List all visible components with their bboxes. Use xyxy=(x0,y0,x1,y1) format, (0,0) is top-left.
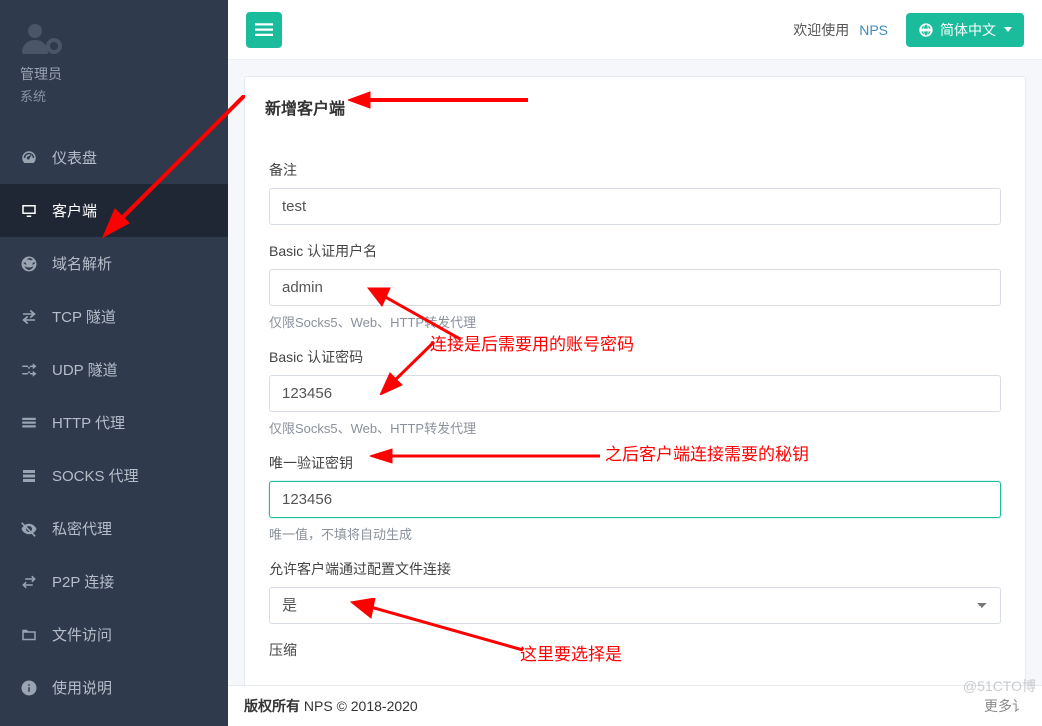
sidebar-item-label: 文件访问 xyxy=(52,624,112,645)
sidebar-item-label: 客户端 xyxy=(52,200,97,221)
welcome-text: 欢迎使用 xyxy=(793,20,849,40)
eye-off-icon xyxy=(20,520,38,538)
admin-subtitle: 系统 xyxy=(20,86,208,105)
field-remark: 备注 xyxy=(269,160,1001,225)
sidebar-item-label: HTTP 代理 xyxy=(52,412,125,433)
info-icon xyxy=(20,679,38,697)
app-link[interactable]: NPS xyxy=(859,22,888,38)
hamburger-icon xyxy=(255,23,273,37)
sidebar-item-p2p[interactable]: P2P 连接 xyxy=(0,555,228,608)
sidebar-item-label: TCP 隧道 xyxy=(52,306,116,327)
remark-input[interactable] xyxy=(269,188,1001,225)
sidebar-item-label: 私密代理 xyxy=(52,518,112,539)
sidebar-item-udp[interactable]: UDP 隧道 xyxy=(0,343,228,396)
main: 欢迎使用 NPS 简体中文 新增客户端 备注 Basic 认证用户名 仅限Soc… xyxy=(228,0,1042,726)
allow-conf-select[interactable]: 是 xyxy=(269,587,1001,624)
chevron-down-icon xyxy=(1004,27,1012,32)
basic-user-label: Basic 认证用户名 xyxy=(269,241,1001,261)
sidebar-item-secret[interactable]: 私密代理 xyxy=(0,502,228,555)
footer-left-rest: NPS © 2018-2020 xyxy=(300,698,418,714)
language-button[interactable]: 简体中文 xyxy=(906,13,1024,47)
exchange-icon xyxy=(20,308,38,326)
sidebar-item-file[interactable]: 文件访问 xyxy=(0,608,228,661)
sidebar-item-label: 域名解析 xyxy=(52,253,112,274)
sidebar-item-help[interactable]: 使用说明 xyxy=(0,661,228,714)
vkey-input[interactable] xyxy=(269,481,1001,518)
sidebar-item-http[interactable]: HTTP 代理 xyxy=(0,396,228,449)
basic-pass-help: 仅限Socks5、Web、HTTP转发代理 xyxy=(269,418,1001,437)
sidebar-item-tcp[interactable]: TCP 隧道 xyxy=(0,290,228,343)
sidebar-item-label: SOCKS 代理 xyxy=(52,465,139,486)
footer-right[interactable]: 更多讠 xyxy=(984,696,1026,716)
sidebar-item-client[interactable]: 客户端 xyxy=(0,184,228,237)
field-basic-pass: Basic 认证密码 仅限Socks5、Web、HTTP转发代理 xyxy=(269,347,1001,437)
content: 新增客户端 备注 Basic 认证用户名 仅限Socks5、Web、HTTP转发… xyxy=(228,60,1042,726)
language-label: 简体中文 xyxy=(940,20,996,40)
menu-toggle-button[interactable] xyxy=(246,12,282,48)
sidebar-item-label: UDP 隧道 xyxy=(52,359,118,380)
shuffle-icon xyxy=(20,361,38,379)
card-add-client: 新增客户端 备注 Basic 认证用户名 仅限Socks5、Web、HTTP转发… xyxy=(244,76,1026,699)
sidebar-item-dashboard[interactable]: 仪表盘 xyxy=(0,131,228,184)
compress-label: 压缩 xyxy=(269,640,1001,660)
sidebar-item-label: P2P 连接 xyxy=(52,571,114,592)
stack-icon xyxy=(20,467,38,485)
sidebar-item-label: 仪表盘 xyxy=(52,147,97,168)
globe-icon xyxy=(20,255,38,273)
basic-user-input[interactable] xyxy=(269,269,1001,306)
admin-title: 管理员 xyxy=(20,64,208,84)
footer-left-bold: 版权所有 xyxy=(244,698,300,714)
vkey-help: 唯一值，不填将自动生成 xyxy=(269,524,1001,543)
sidebar: 管理员 系统 仪表盘 客户端 域名解析 TCP 隧道 xyxy=(0,0,228,726)
basic-user-help: 仅限Socks5、Web、HTTP转发代理 xyxy=(269,312,1001,331)
field-vkey: 唯一验证密钥 唯一值，不填将自动生成 xyxy=(269,453,1001,543)
allow-conf-label: 允许客户端通过配置文件连接 xyxy=(269,559,1001,579)
layers-icon xyxy=(20,414,38,432)
field-basic-user: Basic 认证用户名 仅限Socks5、Web、HTTP转发代理 xyxy=(269,241,1001,331)
vkey-label: 唯一验证密钥 xyxy=(269,453,1001,473)
basic-pass-label: Basic 认证密码 xyxy=(269,347,1001,367)
admin-avatar-icon xyxy=(20,24,208,54)
sidebar-header: 管理员 系统 xyxy=(0,0,228,121)
gear-icon xyxy=(46,38,62,54)
gauge-icon xyxy=(20,149,38,167)
folder-icon xyxy=(20,626,38,644)
sidebar-item-dns[interactable]: 域名解析 xyxy=(0,237,228,290)
globe-icon xyxy=(918,22,934,38)
field-compress: 压缩 xyxy=(269,640,1001,660)
footer: 版权所有 NPS © 2018-2020 更多讠 xyxy=(228,685,1042,726)
remark-label: 备注 xyxy=(269,160,1001,180)
sidebar-item-label: 使用说明 xyxy=(52,677,112,698)
swap-icon xyxy=(20,573,38,591)
sidebar-item-socks[interactable]: SOCKS 代理 xyxy=(0,449,228,502)
topbar: 欢迎使用 NPS 简体中文 xyxy=(228,0,1042,60)
field-allow-conf: 允许客户端通过配置文件连接 是 xyxy=(269,559,1001,624)
basic-pass-input[interactable] xyxy=(269,375,1001,412)
card-title: 新增客户端 xyxy=(245,77,1025,134)
sidebar-nav: 仪表盘 客户端 域名解析 TCP 隧道 UDP 隧道 xyxy=(0,131,228,714)
monitor-icon xyxy=(20,202,38,220)
